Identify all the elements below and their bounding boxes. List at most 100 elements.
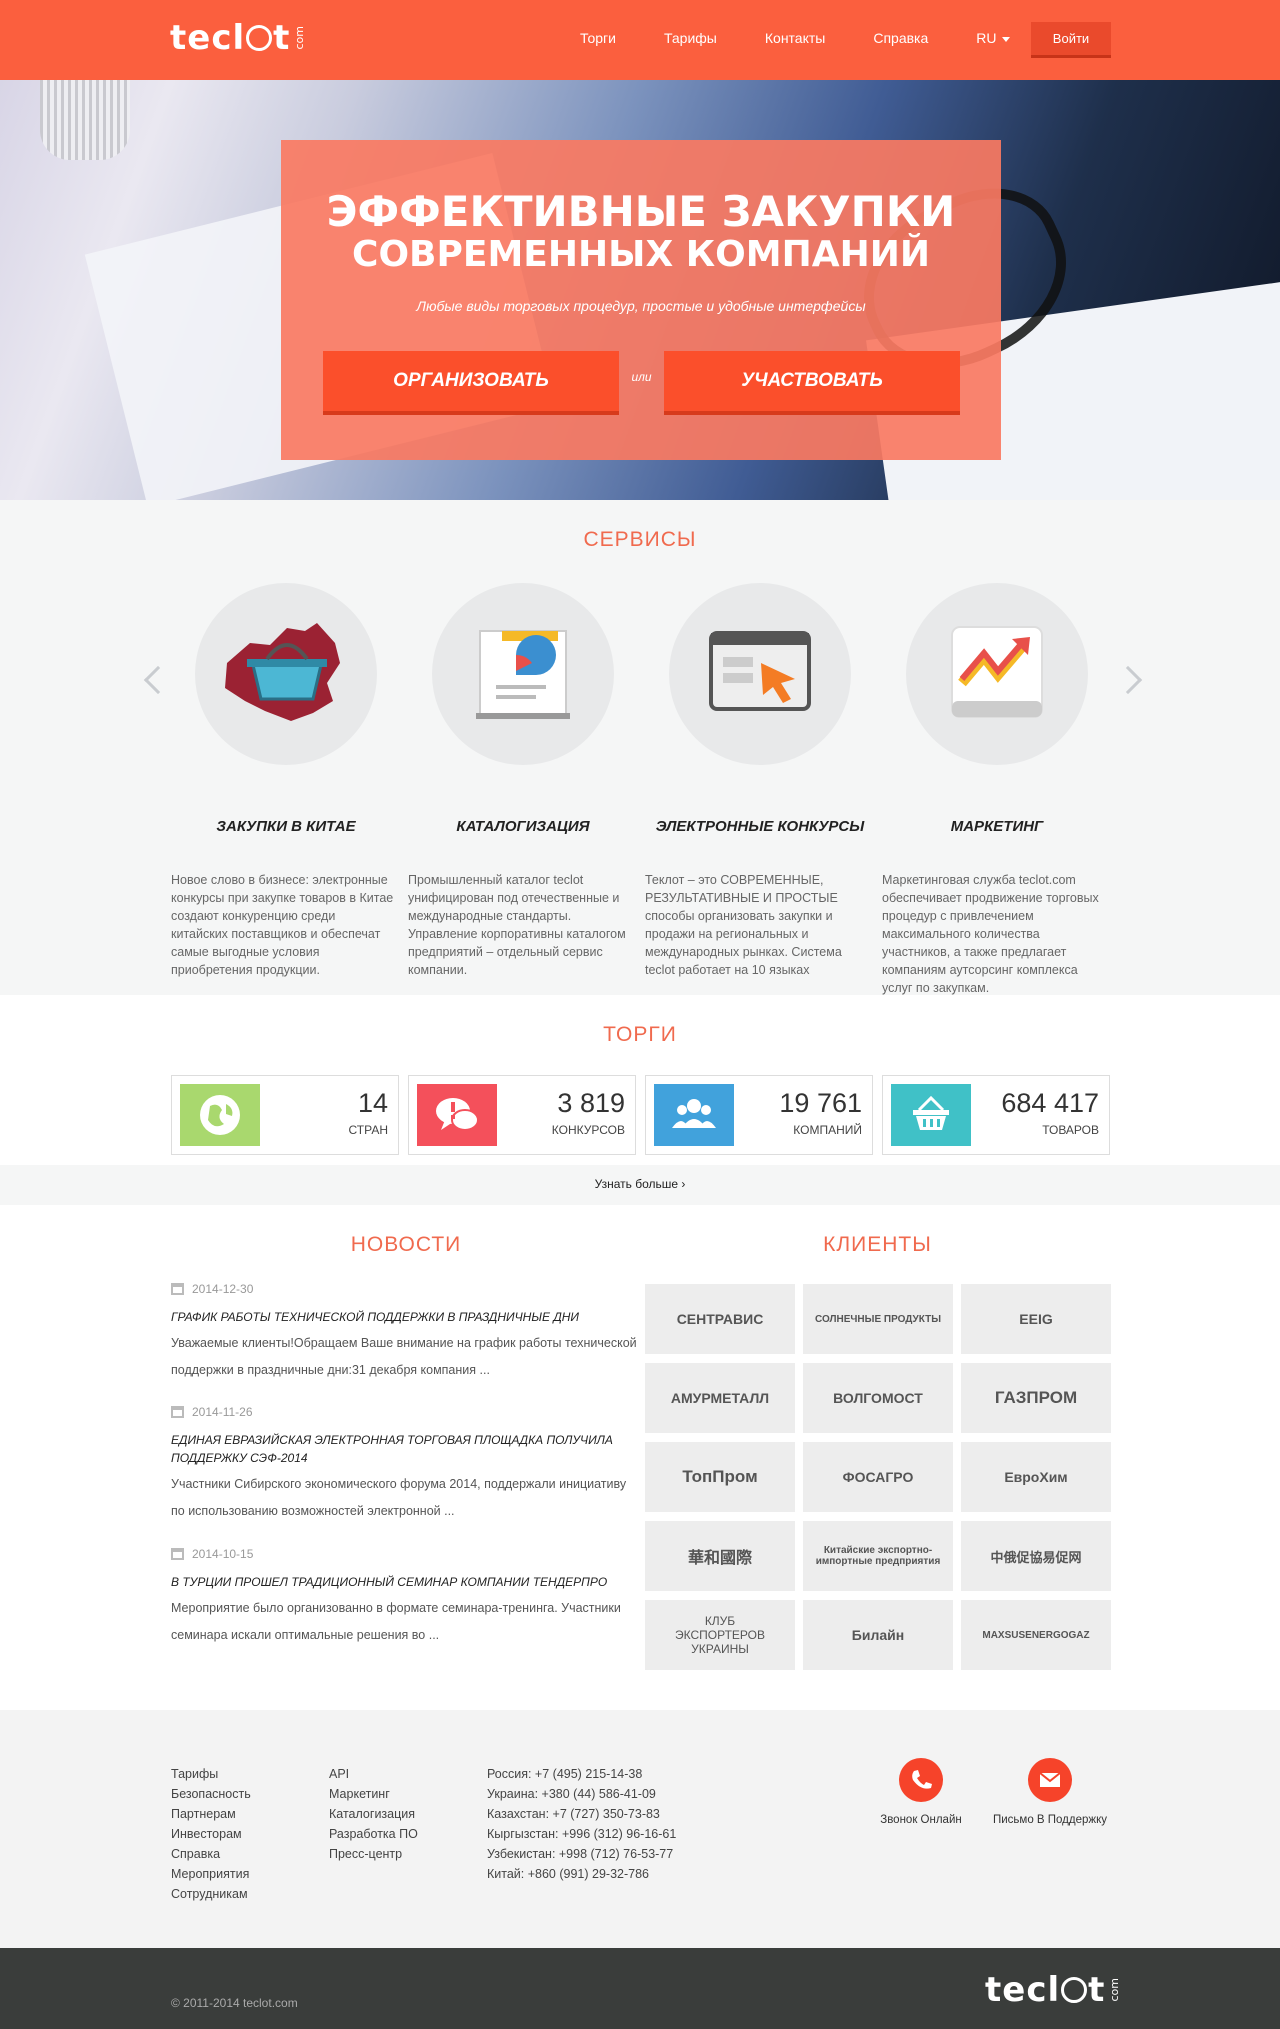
footer-links-2: API Маркетинг Каталогизация Разработка П… xyxy=(329,1764,418,1864)
calendar-icon xyxy=(171,1283,184,1295)
news-date-text: 2014-10-15 xyxy=(192,1547,254,1561)
footer-link[interactable]: Инвесторам xyxy=(171,1824,251,1844)
client-logo[interactable]: СОЛНЕЧНЫЕ ПРОДУКТЫ xyxy=(803,1284,953,1354)
chevron-down-icon xyxy=(1001,36,1010,42)
participate-button[interactable]: УЧАСТВОВАТЬ xyxy=(664,351,960,415)
client-logo[interactable]: СЕНТРАВИС xyxy=(645,1284,795,1354)
client-logo[interactable]: 中俄促協易促网 xyxy=(961,1521,1111,1591)
news-excerpt: Мероприятие было организованно в формате… xyxy=(171,1601,621,1642)
service-title: ЭЛЕКТРОННЫЕ КОНКУРСЫ xyxy=(655,818,865,835)
stat-countries: 14 СТРАН xyxy=(171,1075,399,1155)
phone-number: Кыргызстан: +996 (312) 96-16-61 xyxy=(487,1827,677,1841)
globe-icon xyxy=(1061,1977,1088,2003)
footer-link[interactable]: Каталогизация xyxy=(329,1804,418,1824)
footer-link[interactable]: API xyxy=(329,1764,418,1784)
hero-title-1: ЭФФЕКТИВНЫЕ ЗАКУПКИ xyxy=(326,187,956,236)
hero-banner: ЭФФЕКТИВНЫЕ ЗАКУПКИ СОВРЕМЕННЫХ КОМПАНИЙ… xyxy=(0,80,1280,500)
client-logo[interactable]: ФОСАГРО xyxy=(803,1442,953,1512)
client-logo[interactable]: MAXSUSENERGOGAZ xyxy=(961,1600,1111,1670)
phone-number: Китай: +860 (991) 29-32-786 xyxy=(487,1867,649,1881)
client-name: КЛУБ ЭКСПОРТЕРОВ УКРАИНЫ xyxy=(675,1614,765,1656)
nav-tariffs[interactable]: Тарифы xyxy=(664,30,717,46)
news-headline-link[interactable]: Единая Евразийская электронная торговая … xyxy=(171,1431,641,1467)
call-online-button[interactable]: Звонок Онлайн xyxy=(861,1758,981,1826)
news-date-text: 2014-12-30 xyxy=(192,1282,254,1296)
service-text: Маркетинговая служба teclot.com обеспечи… xyxy=(882,873,1099,995)
service-circle xyxy=(432,583,614,765)
calendar-icon xyxy=(171,1406,184,1418)
footer-link[interactable]: Мероприятия xyxy=(171,1864,251,1884)
service-circle xyxy=(669,583,851,765)
footer: Тарифы Безопасность Партнерам Инвесторам… xyxy=(0,1710,1280,1948)
client-logo[interactable]: Китайские экспортно-импортные предприяти… xyxy=(803,1521,953,1591)
logo[interactable]: tecl t com xyxy=(170,18,306,58)
mail-icon xyxy=(1028,1758,1072,1802)
nav-help[interactable]: Справка xyxy=(873,30,928,46)
news-headline-link[interactable]: График работы технической поддержки в пр… xyxy=(171,1308,641,1326)
services-title: СЕРВИСЫ xyxy=(583,528,697,551)
trading-title: ТОРГИ xyxy=(603,1023,677,1046)
client-name: ФОСАГРО xyxy=(842,1469,914,1485)
client-logo[interactable]: Билайн xyxy=(803,1600,953,1670)
service-china[interactable]: ЗАКУПКИ В КИТАЕ Новое слово в бизнесе: э… xyxy=(171,583,401,979)
growth-chart-icon xyxy=(951,626,1043,718)
catalog-document-icon xyxy=(476,630,570,719)
client-logo[interactable]: ТопПром xyxy=(645,1442,795,1512)
bottom-bar: © 2011-2014 teclot.com tecl t com xyxy=(0,1948,1280,2029)
footer-link[interactable]: Пресс-центр xyxy=(329,1844,418,1864)
news-headline-link[interactable]: В Турции прошел традиционный семинар ком… xyxy=(171,1573,641,1591)
stat-label: СТРАН xyxy=(348,1123,388,1137)
nav-contacts[interactable]: Контакты xyxy=(765,30,825,46)
client-name: Билайн xyxy=(851,1627,905,1643)
client-name: ТопПром xyxy=(682,1467,758,1486)
mail-support-button[interactable]: Письмо В Поддержку xyxy=(990,1758,1110,1826)
service-marketing[interactable]: МАРКЕТИНГ Маркетинговая служба teclot.co… xyxy=(882,583,1112,997)
globe-icon xyxy=(180,1084,260,1146)
language-dropdown[interactable]: RU xyxy=(976,30,1010,46)
hero-subtitle: Любые виды торговых процедур, простые и … xyxy=(416,298,866,314)
service-catalog[interactable]: КАТАЛОГИЗАЦИЯ Промышленный каталог teclo… xyxy=(408,583,638,979)
login-button[interactable]: Войти xyxy=(1031,22,1111,58)
client-logo[interactable]: ГАЗПРОМ xyxy=(961,1363,1111,1433)
client-name: ВОЛГОМОСТ xyxy=(833,1390,923,1406)
carousel-next-icon[interactable] xyxy=(1113,665,1143,695)
footer-logo[interactable]: tecl t com xyxy=(985,1970,1121,2010)
carousel-prev-icon[interactable] xyxy=(143,665,173,695)
client-logo[interactable]: КЛУБ ЭКСПОРТЕРОВ УКРАИНЫ xyxy=(645,1600,795,1670)
client-logo[interactable]: 華和國際 xyxy=(645,1521,795,1591)
footer-link[interactable]: Тарифы xyxy=(171,1764,251,1784)
footer-link[interactable]: Безопасность xyxy=(171,1784,251,1804)
china-basket-icon xyxy=(225,623,340,721)
phone-icon xyxy=(899,1758,943,1802)
top-bar: tecl t com Торги Тарифы Контакты Справка R… xyxy=(0,0,1280,80)
service-e-tenders[interactable]: ЭЛЕКТРОННЫЕ КОНКУРСЫ Теклот – это СОВРЕМ… xyxy=(645,583,875,979)
footer-link[interactable]: Партнерам xyxy=(171,1804,251,1824)
service-title: МАРКЕТИНГ xyxy=(950,818,1044,835)
client-logo[interactable]: ВОЛГОМОСТ xyxy=(803,1363,953,1433)
basket-icon xyxy=(891,1084,971,1146)
client-logo[interactable]: ЕвроХим xyxy=(961,1442,1111,1512)
learn-more-link[interactable]: Узнать больше › xyxy=(0,1165,1280,1205)
client-name: Китайские экспортно-импортные предприяти… xyxy=(815,1545,941,1567)
stat-companies: 19 761 КОМПАНИЙ xyxy=(645,1075,873,1155)
footer-link[interactable]: Разработка ПО xyxy=(329,1824,418,1844)
copyright: © 2011-2014 teclot.com xyxy=(171,1996,298,2010)
footer-link[interactable]: Справка xyxy=(171,1844,251,1864)
calendar-icon xyxy=(171,1548,184,1560)
footer-phones: Россия: +7 (495) 215-14-38 Украина: +380… xyxy=(487,1764,676,1884)
logo-text-2: t xyxy=(273,18,291,58)
organize-button[interactable]: ОРГАНИЗОВАТЬ xyxy=(323,351,619,415)
footer-link[interactable]: Маркетинг xyxy=(329,1784,418,1804)
service-circle xyxy=(195,583,377,765)
news-item: 2014-11-26 Единая Евразийская электронна… xyxy=(171,1405,641,1525)
hero-title-2: СОВРЕМЕННЫХ КОМПАНИЙ xyxy=(352,234,930,275)
footer-link[interactable]: Сотрудникам xyxy=(171,1884,251,1904)
client-logo[interactable]: EEIG xyxy=(961,1284,1111,1354)
stat-value: 19 761 xyxy=(779,1088,862,1118)
client-name: MAXSUSENERGOGAZ xyxy=(982,1629,1090,1641)
client-name: СЕНТРАВИС xyxy=(676,1311,764,1327)
client-logo[interactable]: АМУРМЕТАЛЛ xyxy=(645,1363,795,1433)
stat-label: КОМПАНИЙ xyxy=(793,1123,862,1137)
nav-torgi[interactable]: Торги xyxy=(580,30,616,46)
news-excerpt: Уважаемые клиенты!Обращаем Ваше внимание… xyxy=(171,1336,637,1377)
